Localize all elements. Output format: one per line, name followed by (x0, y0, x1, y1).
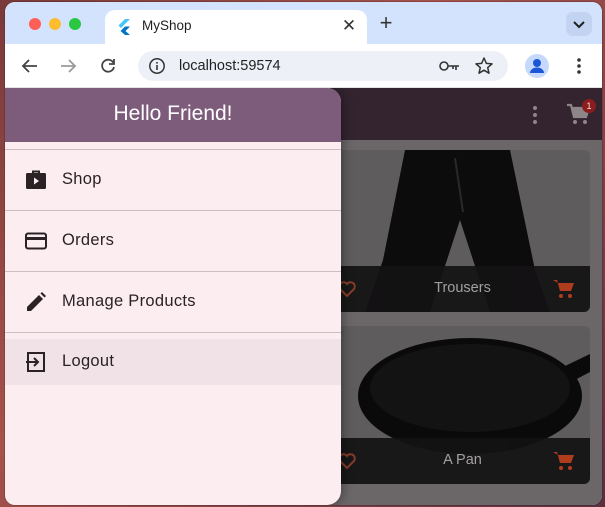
product-title: A Pan (443, 452, 482, 468)
close-window-button[interactable] (29, 18, 41, 30)
drawer-item-label: Orders (62, 231, 115, 249)
product-footer: Trousers (335, 266, 590, 312)
drawer-item-label: Shop (62, 170, 102, 188)
drawer-item-label: Logout (62, 352, 115, 370)
tab-title: MyShop (142, 18, 192, 33)
drawer-item-label: Manage Products (62, 292, 196, 310)
drawer-header: Hello Friend! (5, 88, 341, 142)
divider (5, 332, 341, 333)
star-icon[interactable] (474, 56, 494, 76)
person-icon (530, 59, 544, 73)
address-bar[interactable]: localhost:59574 (138, 51, 508, 81)
back-arrow-icon[interactable] (20, 56, 40, 76)
kebab-menu-icon[interactable] (569, 56, 589, 76)
product-card[interactable]: Trousers (335, 150, 590, 312)
browser-window: MyShop ✕ + localhost:59574 1 Trousers A … (5, 2, 602, 505)
tab-search-button[interactable] (566, 12, 592, 36)
browser-toolbar: localhost:59574 (5, 44, 602, 88)
tab-strip: MyShop ✕ + (5, 2, 602, 44)
product-title: Trousers (434, 280, 491, 296)
cart-badge: 1 (582, 99, 596, 113)
drawer-item-logout[interactable]: Logout (5, 339, 341, 385)
url-text[interactable]: localhost:59574 (179, 58, 281, 74)
credit-card-icon (25, 232, 47, 250)
product-card[interactable]: A Pan (335, 326, 590, 484)
logout-icon (26, 352, 45, 372)
edit-pencil-icon (27, 292, 46, 311)
chevron-down-icon (573, 21, 585, 29)
info-icon[interactable] (148, 57, 166, 75)
reload-icon[interactable] (98, 56, 118, 76)
app-viewport: 1 Trousers A Pan Hello Friend! Shop Orde… (5, 88, 602, 505)
product-footer: A Pan (335, 438, 590, 484)
drawer-item-shop[interactable]: Shop (5, 150, 341, 210)
add-to-cart-icon[interactable] (552, 278, 576, 300)
app-menu-icon[interactable] (527, 104, 543, 126)
key-icon[interactable] (439, 59, 461, 73)
drawer-item-orders[interactable]: Orders (5, 211, 341, 271)
add-to-cart-icon[interactable] (552, 450, 576, 472)
drawer-item-manage-products[interactable]: Manage Products (5, 272, 341, 332)
tab-close-icon[interactable]: ✕ (339, 16, 359, 36)
zoom-window-button[interactable] (69, 18, 81, 30)
forward-arrow-icon[interactable] (58, 56, 78, 76)
browser-tab-active[interactable]: MyShop ✕ (105, 10, 367, 44)
flutter-favicon-icon (118, 19, 130, 35)
minimize-window-button[interactable] (49, 18, 61, 30)
drawer-title: Hello Friend! (113, 102, 233, 125)
new-tab-button[interactable]: + (375, 12, 397, 35)
profile-icon[interactable] (525, 54, 549, 78)
shop-bag-icon (26, 170, 46, 189)
navigation-drawer: Hello Friend! Shop Orders Manage Product… (5, 88, 341, 505)
